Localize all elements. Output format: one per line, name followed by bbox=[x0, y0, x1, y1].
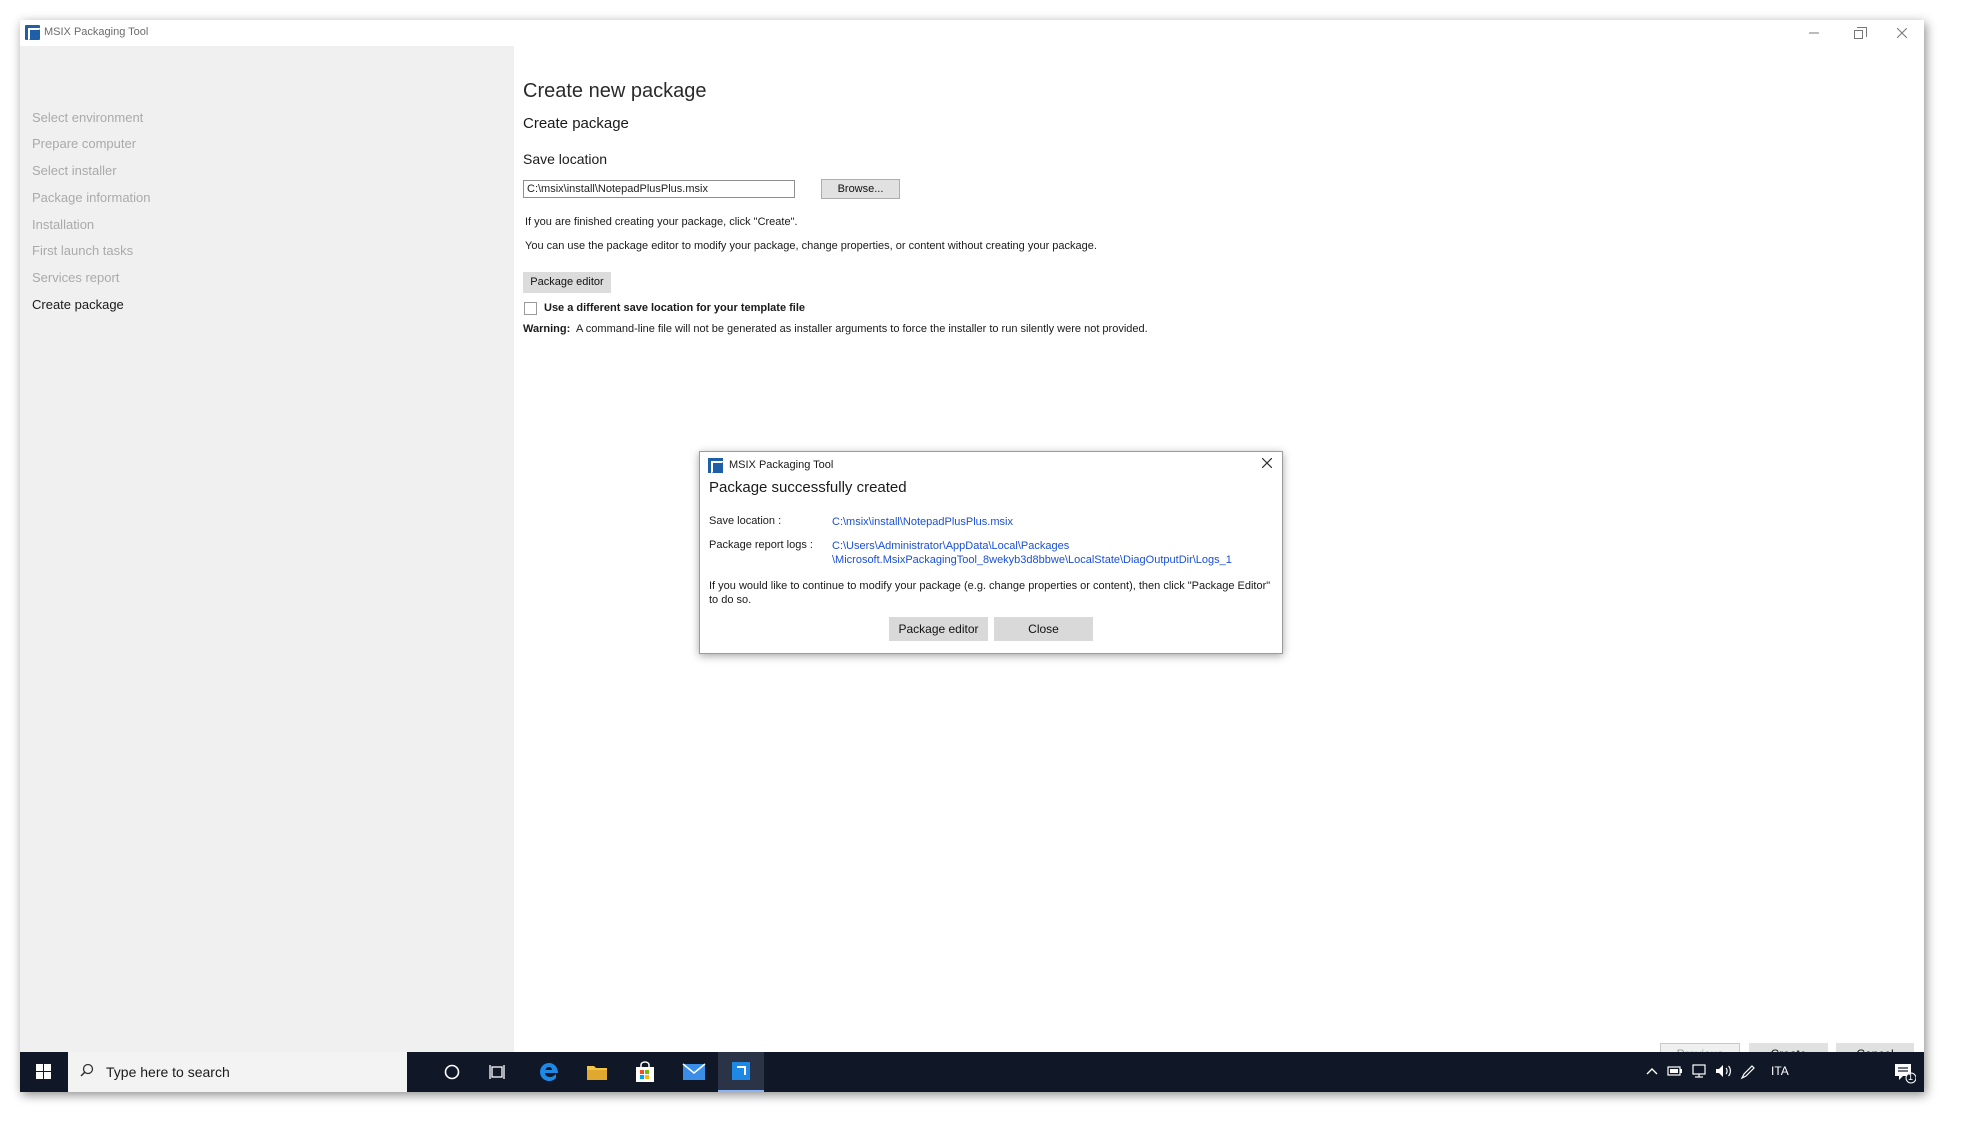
msix-packaging-tool-taskbar-button[interactable] bbox=[718, 1052, 764, 1092]
volume-icon bbox=[1716, 1065, 1731, 1077]
warning-text: A command-line file will not be generate… bbox=[576, 323, 1148, 335]
msix-app-icon bbox=[25, 25, 41, 41]
dialog-package-editor-button[interactable]: Package editor bbox=[889, 617, 988, 641]
edge-icon bbox=[540, 1063, 558, 1081]
dialog-report-logs-label: Package report logs : bbox=[709, 539, 813, 551]
close-icon bbox=[1261, 457, 1273, 469]
create-instructions: If you are finished creating your packag… bbox=[525, 216, 798, 228]
sidebar-item-package-information[interactable]: Package information bbox=[32, 190, 151, 205]
windows-logo-icon bbox=[36, 1064, 51, 1079]
dialog-close-action-button[interactable]: Close bbox=[994, 617, 1093, 641]
dialog-save-location-link[interactable]: C:\msix\install\NotepadPlusPlus.msix bbox=[832, 515, 1013, 529]
store-icon bbox=[636, 1061, 654, 1082]
save-location-input[interactable]: C:\msix\install\NotepadPlusPlus.msix bbox=[523, 180, 795, 198]
battery-icon bbox=[1667, 1066, 1682, 1076]
template-location-checkbox[interactable] bbox=[524, 302, 537, 315]
sidebar-item-select-installer[interactable]: Select installer bbox=[32, 163, 117, 178]
window-title: MSIX Packaging Tool bbox=[44, 26, 149, 38]
network-icon bbox=[1692, 1064, 1706, 1078]
pen-tray-button[interactable] bbox=[1740, 1064, 1756, 1083]
close-window-button[interactable] bbox=[1880, 23, 1924, 43]
minimize-icon bbox=[1809, 32, 1819, 34]
page-title: Create new package bbox=[523, 80, 707, 102]
input-language[interactable]: ITA bbox=[1771, 1064, 1789, 1078]
msix-packaging-tool-icon bbox=[732, 1062, 750, 1080]
search-icon bbox=[80, 1063, 94, 1077]
start-button[interactable] bbox=[20, 1052, 66, 1092]
editor-instructions: You can use the package editor to modify… bbox=[525, 240, 1097, 252]
dialog-message: If you would like to continue to modify … bbox=[709, 580, 1271, 606]
sidebar-item-create-package[interactable]: Create package bbox=[32, 297, 124, 312]
show-hidden-icons-button[interactable] bbox=[1646, 1065, 1658, 1079]
dialog-title: MSIX Packaging Tool bbox=[729, 459, 834, 471]
package-created-dialog: MSIX Packaging Tool Package successfully… bbox=[699, 451, 1283, 654]
sidebar-item-select-environment[interactable]: Select environment bbox=[32, 110, 143, 125]
pen-icon bbox=[1740, 1065, 1755, 1080]
restore-button[interactable] bbox=[1836, 23, 1880, 43]
report-logs-path-line1[interactable]: C:\Users\Administrator\AppData\Local\Pac… bbox=[832, 539, 1232, 553]
task-view-button[interactable] bbox=[475, 1052, 521, 1092]
save-location-heading: Save location bbox=[523, 151, 608, 167]
sidebar-item-prepare-computer[interactable]: Prepare computer bbox=[32, 136, 136, 151]
store-button[interactable] bbox=[622, 1052, 668, 1092]
report-logs-path-line2[interactable]: \Microsoft.MsixPackagingTool_8wekyb3d8bb… bbox=[832, 553, 1232, 567]
restore-icon bbox=[1853, 27, 1867, 39]
warning-label: Warning: bbox=[523, 323, 571, 335]
sidebar-item-first-launch-tasks[interactable]: First launch tasks bbox=[32, 243, 133, 258]
cortana-icon bbox=[444, 1064, 460, 1080]
minimize-button[interactable] bbox=[1792, 23, 1836, 43]
notification-count: 1 bbox=[1908, 1072, 1914, 1082]
chevron-up-icon bbox=[1646, 1068, 1658, 1075]
dialog-save-location-label: Save location : bbox=[709, 515, 782, 527]
sidebar-item-services-report[interactable]: Services report bbox=[32, 270, 119, 285]
title-bar[interactable]: MSIX Packaging Tool bbox=[20, 20, 1924, 46]
page-subtitle: Create package bbox=[523, 115, 629, 132]
search-placeholder[interactable]: Type here to search bbox=[106, 1064, 230, 1080]
sidebar-item-installation[interactable]: Installation bbox=[32, 217, 94, 232]
package-editor-button[interactable]: Package editor bbox=[523, 272, 611, 293]
mail-icon bbox=[682, 1063, 706, 1080]
taskbar: Type here to search ITA 1 bbox=[20, 1052, 1924, 1092]
file-explorer-icon bbox=[587, 1066, 607, 1080]
template-location-label[interactable]: Use a different save location for your t… bbox=[544, 302, 805, 314]
volume-tray-button[interactable] bbox=[1715, 1064, 1733, 1081]
dialog-heading: Package successfully created bbox=[709, 479, 907, 496]
browse-button[interactable]: Browse... bbox=[821, 179, 900, 199]
dialog-close-button[interactable] bbox=[1258, 455, 1276, 473]
edge-button[interactable] bbox=[526, 1052, 572, 1092]
file-explorer-button[interactable] bbox=[574, 1052, 620, 1092]
network-tray-button[interactable] bbox=[1691, 1064, 1707, 1081]
action-center-button[interactable]: 1 bbox=[1892, 1060, 1917, 1084]
msix-app-icon bbox=[708, 458, 724, 474]
cortana-button[interactable] bbox=[429, 1052, 475, 1092]
close-icon bbox=[1896, 27, 1908, 39]
task-view-icon bbox=[489, 1065, 505, 1079]
app-window: MSIX Packaging Tool Select environment P… bbox=[20, 20, 1924, 1092]
mail-button[interactable] bbox=[671, 1052, 717, 1092]
taskbar-search-box[interactable]: Type here to search bbox=[68, 1052, 407, 1092]
wizard-sidebar: Select environment Prepare computer Sele… bbox=[20, 46, 514, 1052]
battery-tray-button[interactable] bbox=[1667, 1064, 1683, 1081]
dialog-report-logs-link[interactable]: C:\Users\Administrator\AppData\Local\Pac… bbox=[832, 539, 1232, 567]
